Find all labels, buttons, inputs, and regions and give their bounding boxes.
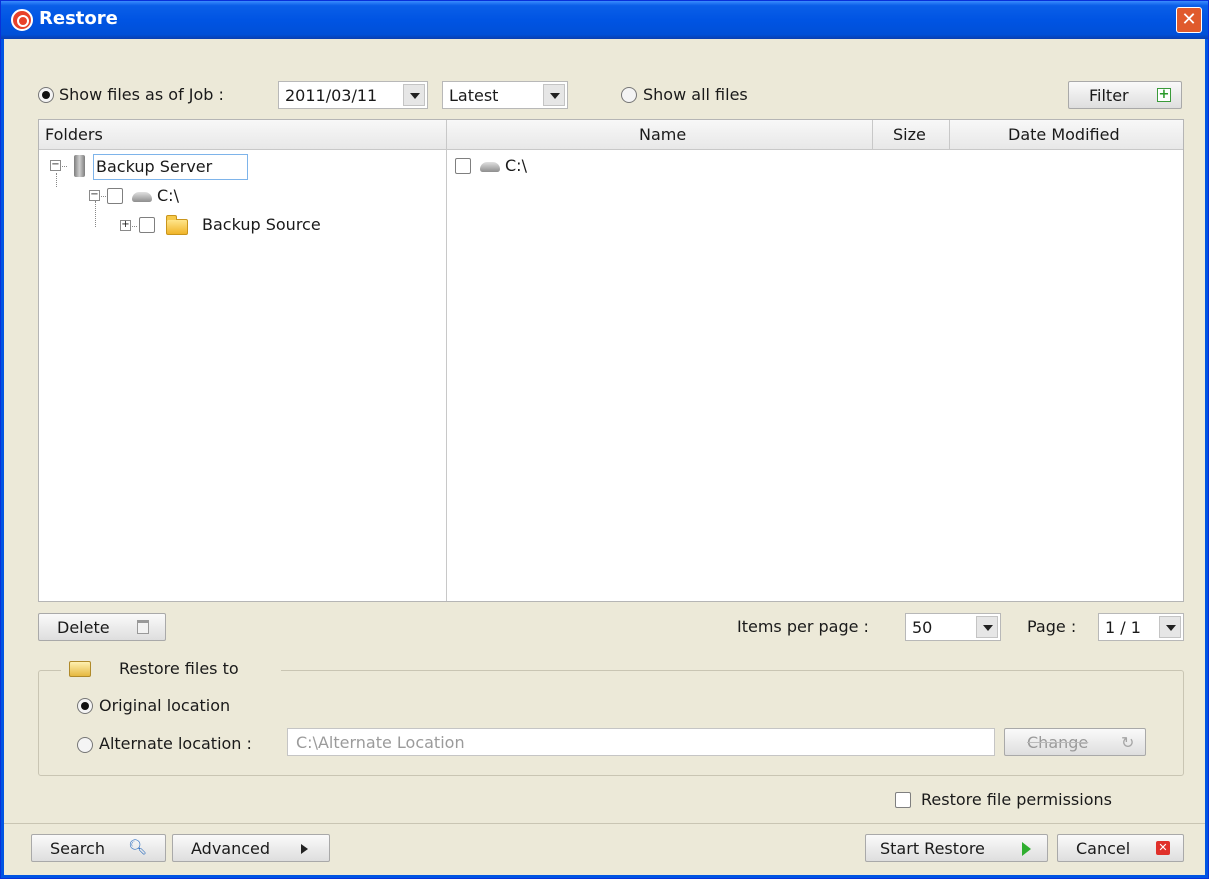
advanced-button[interactable]: Advanced — [172, 834, 330, 862]
refresh-icon: ↻ — [1121, 733, 1135, 752]
start-restore-button[interactable]: Start Restore — [865, 834, 1048, 862]
tree-node-checkbox[interactable] — [139, 217, 155, 233]
search-button[interactable]: Search 🔍︎ — [31, 834, 166, 862]
group-title-area: Restore files to — [61, 657, 281, 681]
column-header-size[interactable]: Size — [873, 120, 950, 150]
folders-header: Folders — [39, 120, 447, 150]
job-date-value: 2011/03/11 — [285, 86, 378, 105]
show-as-of-job-radio[interactable] — [38, 87, 54, 103]
chevron-down-icon[interactable] — [403, 84, 425, 106]
show-as-of-job-label: Show files as of Job : — [59, 85, 224, 104]
cancel-button[interactable]: Cancel ✕ — [1057, 834, 1184, 862]
folders-header-label: Folders — [45, 125, 103, 144]
tree-node-drive-c[interactable]: C:\ — [157, 186, 179, 205]
advanced-button-label: Advanced — [191, 839, 271, 858]
show-all-files-label: Show all files — [643, 85, 748, 104]
chevron-down-icon[interactable] — [1159, 616, 1181, 638]
alternate-location-radio[interactable] — [77, 737, 93, 753]
original-location-label: Original location — [99, 696, 231, 715]
search-icon: 🔍︎ — [128, 838, 148, 856]
title-bar[interactable]: Restore ✕ — [1, 1, 1208, 39]
collapse-icon[interactable]: − — [50, 160, 61, 171]
original-location-radio[interactable] — [77, 698, 93, 714]
tree-node-checkbox[interactable] — [107, 188, 123, 204]
restore-permissions-label: Restore file permissions — [921, 790, 1112, 809]
panel-divider[interactable] — [446, 120, 447, 601]
file-row-name[interactable]: C:\ — [505, 156, 527, 175]
column-name-label: Name — [639, 125, 687, 144]
page-label: Page : — [1027, 617, 1077, 636]
collapse-icon[interactable]: − — [89, 190, 100, 201]
chevron-down-icon[interactable] — [543, 84, 565, 106]
cancel-button-label: Cancel — [1076, 839, 1131, 858]
start-restore-button-label: Start Restore — [880, 839, 985, 858]
close-icon[interactable]: ✕ — [1176, 7, 1202, 33]
filter-button-label: Filter — [1089, 86, 1129, 105]
job-date-select[interactable]: 2011/03/11 — [278, 81, 428, 109]
server-icon — [74, 155, 85, 177]
page-select[interactable]: 1 / 1 — [1098, 613, 1184, 641]
tree-connector — [56, 173, 57, 187]
column-size-label: Size — [893, 125, 926, 144]
restore-permissions-checkbox[interactable] — [895, 792, 911, 808]
window-title: Restore — [39, 8, 118, 29]
restore-files-to-group — [38, 670, 1184, 776]
alternate-location-value: C:\Alternate Location — [296, 733, 465, 752]
browse-panel: Folders Name Size Date Modified − Backup… — [38, 119, 1184, 602]
delete-button[interactable]: Delete — [38, 613, 166, 641]
file-row-checkbox[interactable] — [455, 158, 471, 174]
search-button-label: Search — [50, 839, 105, 858]
play-icon — [1022, 842, 1031, 856]
tree-connector — [95, 201, 96, 227]
open-folder-icon — [69, 661, 91, 677]
change-button[interactable]: Change ↻ — [1004, 728, 1146, 756]
drive-icon — [480, 162, 500, 172]
change-button-label: Change — [1027, 733, 1089, 752]
expand-icon[interactable]: + — [120, 220, 131, 231]
alternate-location-label: Alternate location : — [99, 734, 252, 753]
tree-node-label: Backup Server — [96, 157, 213, 176]
column-date-label: Date Modified — [1008, 125, 1120, 144]
arrow-right-icon — [301, 844, 308, 854]
app-logo-icon — [11, 9, 33, 31]
items-per-page-value: 50 — [912, 618, 933, 637]
items-per-page-label: Items per page : — [737, 617, 869, 636]
tree-node-backup-server[interactable]: Backup Server — [93, 154, 248, 180]
trash-icon — [137, 620, 149, 634]
alternate-location-input[interactable]: C:\Alternate Location — [287, 728, 995, 756]
restore-dialog: Restore ✕ Show files as of Job : 2011/03… — [0, 0, 1209, 879]
show-all-files-radio[interactable] — [621, 87, 637, 103]
job-version-select[interactable]: Latest — [442, 81, 568, 109]
filter-button[interactable]: Filter + — [1068, 81, 1182, 109]
cancel-icon: ✕ — [1156, 841, 1170, 855]
drive-icon — [132, 192, 152, 202]
group-title: Restore files to — [119, 659, 239, 678]
footer-separator — [4, 823, 1205, 824]
tree-node-backup-source[interactable]: Backup Source — [202, 215, 321, 234]
chevron-down-icon[interactable] — [976, 616, 998, 638]
column-header-date-modified[interactable]: Date Modified — [950, 120, 1183, 150]
page-value: 1 / 1 — [1105, 618, 1141, 637]
items-per-page-select[interactable]: 50 — [905, 613, 1001, 641]
folder-icon — [166, 215, 188, 235]
delete-button-label: Delete — [57, 618, 110, 637]
column-header-name[interactable]: Name — [447, 120, 873, 150]
add-filter-icon: + — [1157, 87, 1171, 102]
job-version-value: Latest — [449, 86, 499, 105]
